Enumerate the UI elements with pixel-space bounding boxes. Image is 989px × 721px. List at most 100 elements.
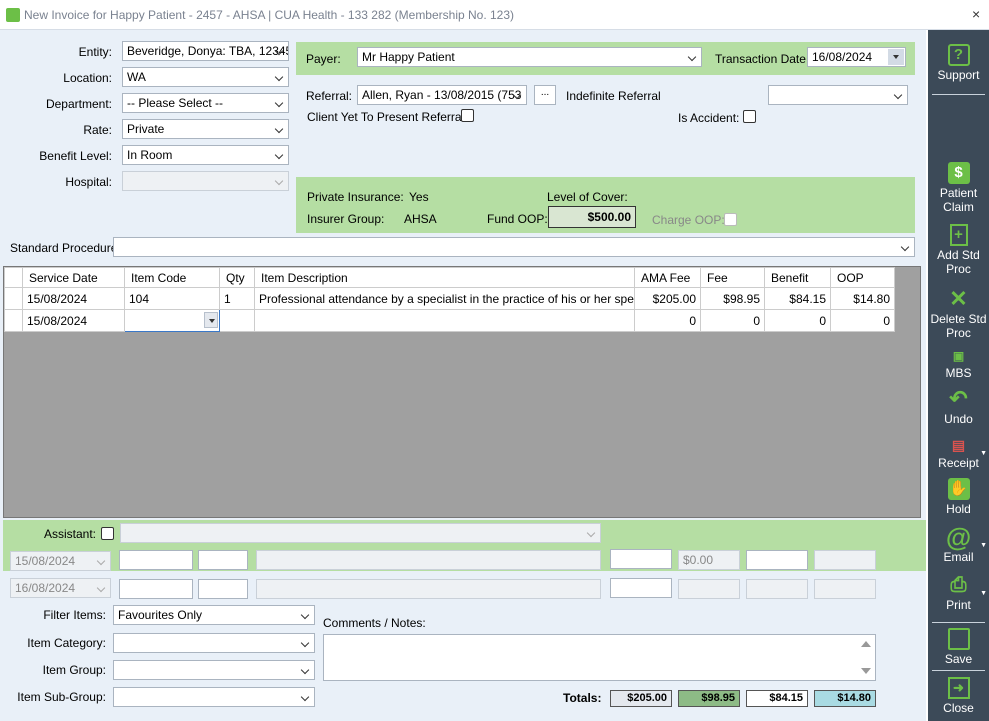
row-selector[interactable] [4,287,23,310]
referral-browse-button[interactable]: ... [534,85,556,105]
add-std-proc-button[interactable]: + Add Std Proc [928,224,989,276]
department-label: Department: [45,97,112,111]
assistant-item-code-1[interactable] [119,550,193,570]
assistant-qty-2[interactable] [198,579,248,599]
is-accident-checkbox[interactable] [743,110,756,123]
table-header-row: Service Date Item Code Qty Item Descript… [4,267,895,288]
assistant-item-code-2[interactable] [119,579,193,599]
add-std-proc-label: Add Std Proc [937,248,980,276]
cell-benefit[interactable]: 0 [764,309,831,332]
department-select[interactable]: -- Please Select -- [122,93,289,113]
print-more-icon[interactable]: ▼ [980,590,987,597]
scroll-down-arrow[interactable] [861,668,871,674]
benefit-level-select[interactable]: In Room [122,145,289,165]
row-selector[interactable] [4,309,23,332]
item-group-label: Item Group: [42,663,106,677]
receipt-label: Receipt [938,456,979,470]
filter-items-select[interactable]: Favourites Only [113,605,315,625]
transaction-date-field[interactable]: 16/08/2024 [807,47,906,67]
assistant-date-2: 16/08/2024 [10,578,111,598]
assistant-ama-fee-1[interactable] [610,549,672,569]
location-select[interactable]: WA [122,67,289,87]
standard-procedure-select[interactable] [113,237,915,257]
cell-qty[interactable]: 1 [219,287,255,310]
at-sign-icon: @ [945,522,972,552]
cell-fee[interactable]: $98.95 [700,287,765,310]
assistant-fee-1: $0.00 [678,550,740,570]
table-row[interactable]: 15/08/2024 104 1 Professional attendance… [4,287,895,310]
column-header-qty[interactable]: Qty [219,267,255,288]
assistant-description-1 [256,550,601,570]
column-header-item-code[interactable]: Item Code [124,267,220,288]
save-button[interactable]: Save [928,628,989,666]
client-yet-checkbox[interactable] [461,109,474,122]
assistant-qty-1[interactable] [198,550,248,570]
rate-select[interactable]: Private [122,119,289,139]
table-row[interactable]: 15/08/2024 0 0 0 0 [4,309,895,332]
delete-std-proc-button[interactable]: ✕ Delete Std Proc [928,288,989,341]
assistant-benefit-1[interactable] [746,550,808,570]
referral-select[interactable]: Allen, Ryan - 13/08/2015 (753 [357,85,527,105]
benefit-level-label: Benefit Level: [39,149,112,163]
support-label: Support [937,68,980,82]
exit-icon: ➜ [947,677,970,699]
app-icon [6,8,20,22]
column-header-item-description[interactable]: Item Description [254,267,635,288]
mbs-button[interactable]: ▣ MBS [928,348,989,380]
undo-button[interactable]: ↶ Undo [928,388,989,427]
cell-item-description[interactable] [254,309,635,332]
hospital-label: Hospital: [65,175,112,189]
support-button[interactable]: ? Support [928,44,989,82]
row-selector-header [4,267,23,288]
column-header-oop[interactable]: OOP [830,267,895,288]
cell-oop[interactable]: 0 [830,309,895,332]
cell-oop[interactable]: $14.80 [830,287,895,310]
date-picker-button[interactable] [888,49,904,65]
email-label: Email [943,550,974,564]
column-header-fee[interactable]: Fee [700,267,765,288]
cell-service-date[interactable]: 15/08/2024 [22,287,125,310]
item-code-dropdown-button[interactable] [204,312,218,328]
close-window-button[interactable]: × [972,6,980,22]
receipt-icon: ▤ [951,437,966,453]
cell-ama-fee[interactable]: 0 [634,309,701,332]
receipt-more-icon[interactable]: ▼ [980,450,987,457]
cell-item-code-editor[interactable] [124,309,220,332]
item-subgroup-select[interactable] [113,687,315,707]
comments-textarea[interactable] [323,634,876,681]
patient-claim-button[interactable]: $ Patient Claim [928,162,989,214]
assistant-label: Assistant: [44,527,97,541]
payer-select[interactable]: Mr Happy Patient [357,47,702,67]
cell-item-code[interactable]: 104 [124,287,220,310]
assistant-description-2 [256,579,601,599]
cell-qty[interactable] [219,309,255,332]
column-header-ama-fee[interactable]: AMA Fee [634,267,701,288]
assistant-checkbox[interactable] [101,527,114,540]
hospital-select [122,171,289,191]
cell-fee[interactable]: 0 [700,309,765,332]
column-header-service-date[interactable]: Service Date [22,267,125,288]
scroll-up-arrow[interactable] [861,641,871,647]
delete-std-proc-label: Delete Std Proc [930,312,987,340]
hold-button[interactable]: ✋ Hold [928,478,989,516]
email-more-icon[interactable]: ▼ [980,542,987,549]
insurer-group-value: AHSA [404,212,437,226]
cell-benefit[interactable]: $84.15 [764,287,831,310]
item-subgroup-label: Item Sub-Group: [17,690,106,704]
item-group-select[interactable] [113,660,315,680]
client-yet-label: Client Yet To Present Referral: [307,110,468,124]
cell-service-date[interactable]: 15/08/2024 [22,309,125,332]
mbs-label: MBS [945,366,972,380]
cell-item-description[interactable]: Professional attendance by a specialist … [254,287,635,310]
referral-type-select[interactable] [768,85,908,105]
entity-select[interactable]: Beveridge, Donya: TBA, 12345 [122,41,289,61]
filter-items-label: Filter Items: [43,608,106,622]
items-table: Service Date Item Code Qty Item Descript… [4,267,895,332]
assistant-ama-fee-2[interactable] [610,578,672,598]
total-oop: $14.80 [814,690,876,707]
column-header-benefit[interactable]: Benefit [764,267,831,288]
cell-ama-fee[interactable]: $205.00 [634,287,701,310]
standard-procedure-label: Standard Procedure: [10,241,121,255]
close-button[interactable]: ➜ Close [928,677,989,715]
item-category-select[interactable] [113,633,315,653]
